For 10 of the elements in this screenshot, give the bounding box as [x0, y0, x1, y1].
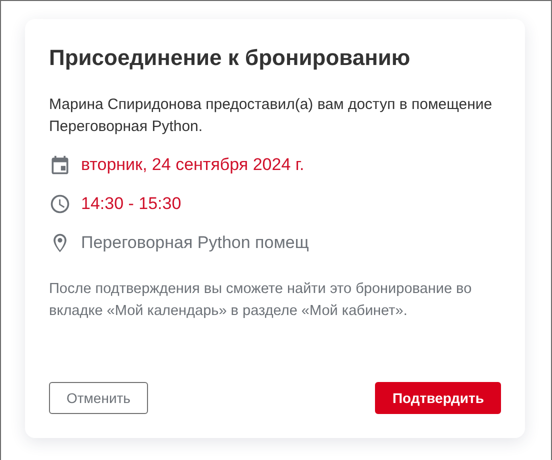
calendar-icon — [49, 154, 71, 176]
detail-text: вторник, 24 сентября 2024 г. — [81, 154, 304, 176]
detail-text: 14:30 - 15:30 — [81, 193, 182, 215]
clock-icon — [49, 193, 71, 215]
dialog-message: Марина Спиридонова предоставил(а) вам доступ в помещение Переговорная Python. — [49, 95, 494, 137]
note-text: После подтверждения вы сможете найти это бронирование во вкладке «Мой календарь» в разделе «Мой кабинет». — [49, 280, 473, 321]
cancel-button[interactable]: Отменить — [49, 382, 148, 414]
confirm-button[interactable]: Подтвердить — [375, 382, 501, 414]
detail-text: Переговорная Python помещ — [81, 232, 309, 254]
dialog-title: Присоединение к бронированию — [49, 44, 412, 72]
